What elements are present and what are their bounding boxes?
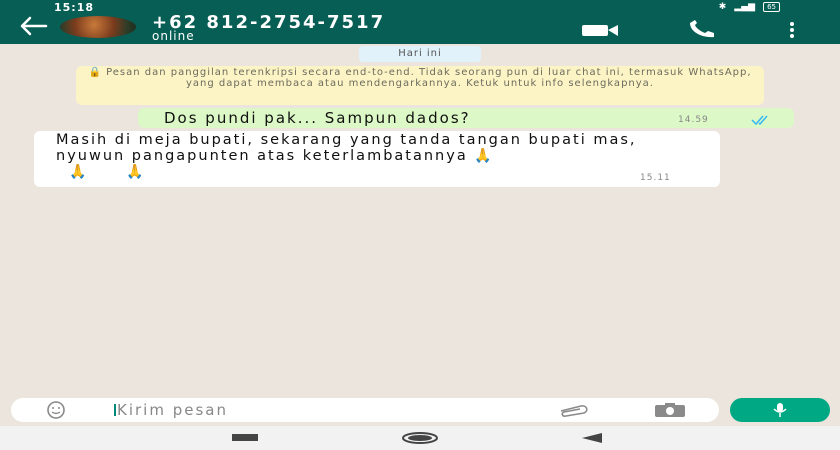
date-chip: Hari ini (359, 46, 481, 62)
message-text: Dos pundi pak... Sampun dados? (164, 109, 471, 127)
message-input[interactable] (117, 400, 547, 420)
message-content: Masih di meja bupati, sekarang yang tand… (56, 132, 696, 180)
encryption-notice[interactable]: 🔒 Pesan dan panggilan terenkripsi secara… (76, 66, 764, 105)
emoji-icon[interactable] (33, 400, 79, 420)
back-triangle-icon[interactable] (580, 432, 604, 444)
pray-emoji: 🙏 (69, 164, 87, 180)
attach-icon[interactable] (551, 402, 597, 418)
text-caret (114, 404, 116, 416)
video-call-icon[interactable] (578, 22, 622, 38)
mic-icon (773, 403, 787, 417)
contact-status: online (152, 29, 195, 43)
bluetooth-icon: ✱ (718, 2, 727, 12)
message-time: 15.11 (640, 173, 671, 183)
mic-button[interactable] (730, 398, 830, 422)
status-bar-icons: ✱ ▂▄▆ 65 (719, 2, 780, 12)
signal-icon: ▂▄▆ (734, 2, 756, 12)
recents-icon[interactable] (232, 434, 258, 441)
back-arrow-icon[interactable] (16, 14, 50, 38)
battery-icon: 65 (763, 2, 780, 12)
chat-area[interactable]: Hari ini 🔒 Pesan dan panggilan terenkrip… (0, 44, 840, 400)
camera-icon[interactable] (647, 402, 693, 418)
contact-avatar[interactable] (60, 16, 136, 38)
status-bar-time: 15:18 (54, 1, 95, 14)
more-vert-icon[interactable] (784, 20, 800, 40)
message-time: 14.59 (678, 115, 709, 125)
incoming-message[interactable]: Masih di meja bupati, sekarang yang tand… (34, 131, 720, 187)
message-composer[interactable] (11, 398, 719, 422)
home-icon[interactable] (400, 432, 440, 444)
chat-header: 15:18 ✱ ▂▄▆ 65 +62 812-2754-7517 online (0, 0, 840, 44)
message-text: Masih di meja bupati, sekarang yang tand… (56, 132, 637, 164)
pray-emoji: 🙏 (126, 164, 144, 180)
phone-icon[interactable] (684, 20, 720, 40)
outgoing-message[interactable]: Dos pundi pak... Sampun dados? 14.59 (138, 108, 794, 128)
read-ticks-icon (751, 115, 768, 125)
system-navigation-bar (0, 426, 840, 450)
pray-emoji: 🙏 (474, 148, 492, 164)
